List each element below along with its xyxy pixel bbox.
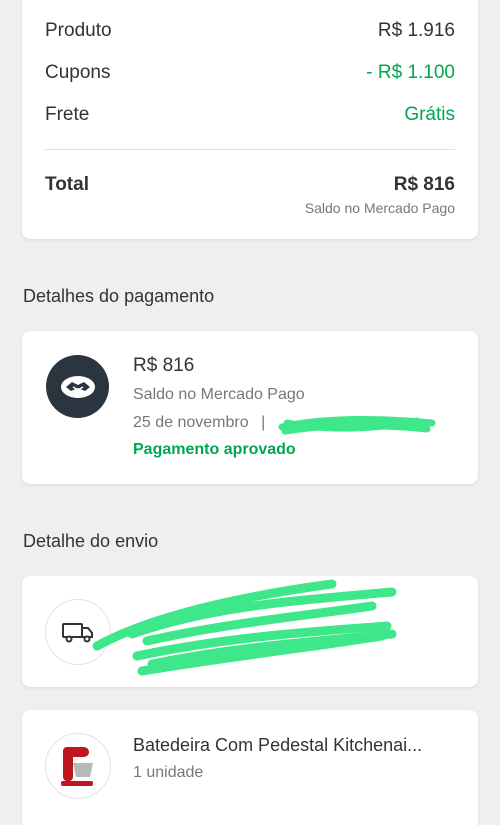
summary-divider	[45, 149, 455, 150]
product-label: Produto	[45, 20, 112, 41]
product-card[interactable]: Batedeira Com Pedestal Kitchenai... 1 un…	[22, 710, 478, 825]
shipping-label: Frete	[45, 104, 90, 125]
coupons-value: - R$ 1.100	[366, 62, 455, 83]
shipping-row: Frete Grátis	[45, 104, 455, 126]
shipping-section-title: Detalhe do envio	[23, 531, 159, 551]
order-summary-card: Produto R$ 1.916 Cupons - R$ 1.100 Frete…	[22, 0, 478, 239]
shipping-card[interactable]	[22, 576, 478, 687]
payment-amount: R$ 816	[133, 355, 195, 376]
redaction-scribble	[278, 416, 436, 435]
payment-date-line: 25 de novembro |	[133, 414, 265, 432]
coupons-row: Cupons - R$ 1.100	[45, 62, 455, 84]
payment-separator: |	[261, 414, 266, 431]
product-value: R$ 1.916	[377, 20, 455, 41]
product-row: Produto R$ 1.916	[45, 20, 455, 42]
payment-date: 25 de novembro	[133, 414, 249, 431]
payment-status: Pagamento aprovado	[133, 441, 296, 458]
coupons-label: Cupons	[45, 62, 111, 83]
payment-card[interactable]: R$ 816 Saldo no Mercado Pago 25 de novem…	[22, 331, 478, 484]
total-value: R$ 816	[393, 174, 455, 195]
handshake-icon	[46, 355, 109, 418]
total-payment-method: Saldo no Mercado Pago	[304, 200, 455, 216]
total-row: Total R$ 816	[45, 174, 455, 196]
total-label: Total	[45, 174, 89, 195]
truck-icon	[45, 599, 111, 665]
product-quantity: 1 unidade	[133, 764, 204, 781]
product-title: Batedeira Com Pedestal Kitchenai...	[133, 735, 423, 755]
redaction-scribble-shipping	[92, 579, 397, 676]
payment-section-title: Detalhes do pagamento	[23, 286, 215, 306]
shipping-value: Grátis	[404, 104, 455, 125]
product-image	[45, 733, 111, 799]
payment-method: Saldo no Mercado Pago	[133, 386, 305, 403]
